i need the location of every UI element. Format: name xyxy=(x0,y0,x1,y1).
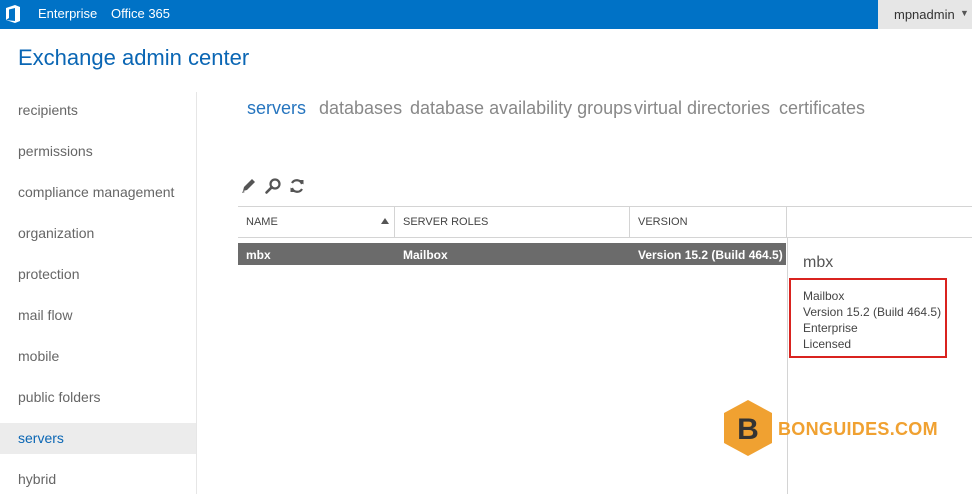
enterprise-link[interactable]: Enterprise xyxy=(38,6,97,21)
sidebar-item-compliance-management[interactable]: compliance management xyxy=(0,177,196,208)
table-header xyxy=(238,206,972,238)
search-icon[interactable] xyxy=(264,177,282,195)
details-pane-divider xyxy=(787,238,788,494)
sidebar-item-mobile[interactable]: mobile xyxy=(0,341,196,372)
user-menu[interactable]: mpnadmin ▼ xyxy=(878,0,972,29)
details-version: Version 15.2 (Build 464.5) xyxy=(803,305,942,319)
watermark-text: BONGUIDES.COM xyxy=(778,419,938,439)
cell-server-roles[interactable]: Mailbox xyxy=(403,248,448,262)
sidebar-item-mail-flow[interactable]: mail flow xyxy=(0,300,196,331)
pencil-icon[interactable] xyxy=(240,177,258,195)
column-header-name[interactable]: NAME xyxy=(246,216,278,228)
office-365-link[interactable]: Office 365 xyxy=(111,6,170,21)
sidebar-item-protection[interactable]: protection xyxy=(0,259,196,290)
sidebar: recipients permissions compliance manage… xyxy=(0,92,197,494)
details-license: Licensed xyxy=(803,337,852,351)
svg-text:B: B xyxy=(737,413,759,446)
column-header-version[interactable]: VERSION xyxy=(638,216,688,228)
sidebar-item-hybrid[interactable]: hybrid xyxy=(0,464,196,494)
tab-servers[interactable]: servers xyxy=(247,98,306,119)
office-logo-icon[interactable] xyxy=(5,5,21,23)
tab-virtual-directories[interactable]: virtual directories xyxy=(634,98,770,119)
cell-version[interactable]: Version 15.2 (Build 464.5) xyxy=(638,248,783,262)
details-edition: Enterprise xyxy=(803,321,858,335)
tab-databases[interactable]: databases xyxy=(319,98,402,119)
tab-database-availability-groups[interactable]: database availability groups xyxy=(410,98,632,119)
user-name[interactable]: mpnadmin xyxy=(894,7,955,22)
cell-name[interactable]: mbx xyxy=(246,248,271,262)
sidebar-item-recipients[interactable]: recipients xyxy=(0,95,196,126)
sidebar-item-permissions[interactable]: permissions xyxy=(0,136,196,167)
sidebar-item-public-folders[interactable]: public folders xyxy=(0,382,196,413)
column-divider[interactable] xyxy=(786,206,787,238)
refresh-icon[interactable] xyxy=(288,177,306,195)
sort-ascending-icon[interactable] xyxy=(381,218,389,224)
chevron-down-icon[interactable]: ▼ xyxy=(960,8,969,18)
sidebar-item-organization[interactable]: organization xyxy=(0,218,196,249)
sidebar-item-servers[interactable]: servers xyxy=(0,423,196,454)
column-divider[interactable] xyxy=(394,206,395,238)
top-navigation-bar: Enterprise Office 365 mpnadmin ▼ xyxy=(0,0,972,29)
page-title: Exchange admin center xyxy=(18,45,250,70)
tab-certificates[interactable]: certificates xyxy=(779,98,865,119)
details-title: mbx xyxy=(803,254,834,271)
column-divider[interactable] xyxy=(629,206,630,238)
column-header-server-roles[interactable]: SERVER ROLES xyxy=(403,216,488,228)
watermark-logo-icon: B xyxy=(724,400,772,456)
details-role: Mailbox xyxy=(803,289,845,303)
